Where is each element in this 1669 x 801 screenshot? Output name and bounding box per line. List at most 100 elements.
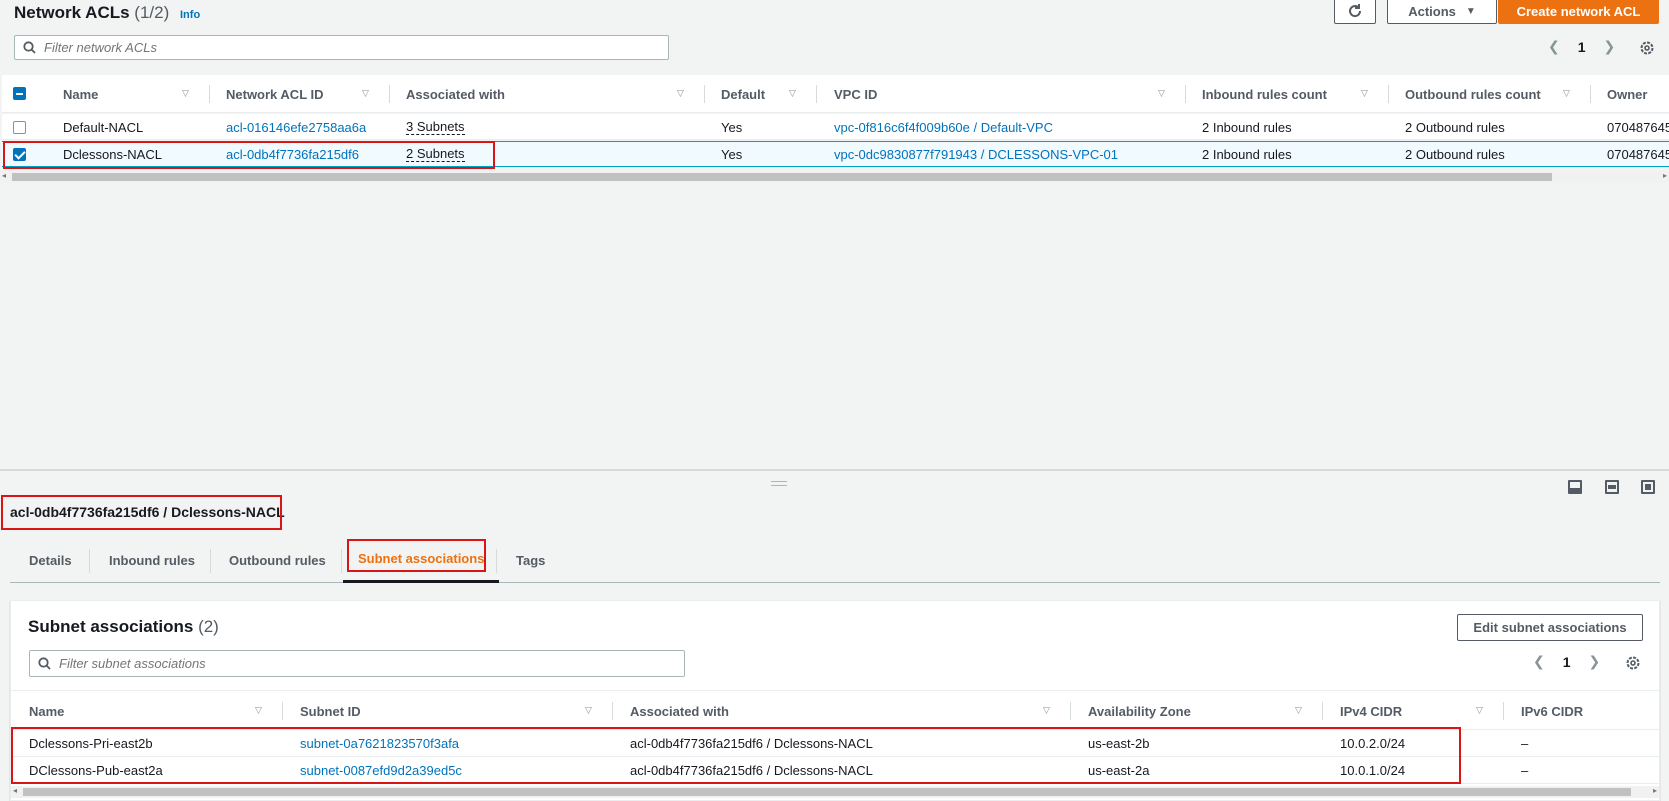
create-label: Create network ACL [1516, 3, 1641, 19]
tab-inbound-rules[interactable]: Inbound rules [109, 537, 195, 583]
sort-icon[interactable]: ▽ [1043, 705, 1053, 715]
col-inbound-rules-count[interactable]: Inbound rules count [1202, 75, 1327, 113]
scroll-right-icon[interactable]: ▸ [1653, 786, 1657, 795]
caret-down-icon: ▼ [1465, 5, 1476, 17]
table-row[interactable]: Dclessons-Pri-east2b subnet-0a7621823570… [11, 730, 1659, 757]
next-page-icon[interactable]: ❯ [1604, 38, 1616, 55]
refresh-button[interactable] [1334, 0, 1376, 24]
associated-subnets[interactable]: 3 Subnets [406, 119, 465, 135]
col-resizer[interactable] [612, 702, 613, 720]
subnet-horizontal-scrollbar[interactable]: ◂ ▸ [11, 786, 1659, 798]
owner-id: 070487645 [1607, 146, 1669, 162]
subnet-id-link[interactable]: subnet-0a7621823570f3afa [300, 730, 459, 756]
tab-tags[interactable]: Tags [516, 537, 545, 583]
settings-gear-icon[interactable] [1639, 40, 1655, 56]
subnet-associations-title: Subnet associations (2) [28, 617, 219, 637]
associated-subnets[interactable]: 2 Subnets [406, 146, 465, 162]
table-row[interactable]: Default-NACL acl-016146efe2758aa6a 3 Sub… [2, 114, 1669, 140]
col-ipv6-cidr[interactable]: IPv6 CIDR [1521, 691, 1583, 731]
acl-search-input[interactable] [44, 40, 625, 55]
scroll-thumb[interactable] [12, 173, 1552, 181]
col-default[interactable]: Default [721, 75, 765, 113]
prev-page-icon[interactable]: ❮ [1533, 653, 1545, 670]
col-resizer[interactable] [1070, 702, 1071, 720]
col-associated-with[interactable]: Associated with [630, 691, 729, 731]
split-panel-divider[interactable] [0, 469, 1669, 471]
vpc-link[interactable]: vpc-0f816c6f4f009b60e / Default-VPC [834, 114, 1053, 140]
col-resizer[interactable] [1590, 85, 1591, 103]
sort-icon[interactable]: ▽ [1295, 705, 1305, 715]
drag-handle-icon[interactable] [771, 481, 787, 486]
acl-search-box[interactable] [14, 35, 669, 60]
col-resizer[interactable] [1322, 702, 1323, 720]
sort-icon[interactable]: ▽ [789, 88, 799, 98]
subnet-search-input[interactable] [59, 656, 641, 671]
edit-subnet-associations-button[interactable]: Edit subnet associations [1457, 614, 1643, 641]
col-ipv4-cidr[interactable]: IPv4 CIDR [1340, 691, 1402, 731]
sort-icon[interactable]: ▽ [182, 88, 192, 98]
acl-id-link[interactable]: acl-016146efe2758aa6a [226, 114, 366, 140]
subnet-search-box[interactable] [29, 650, 685, 677]
current-page[interactable]: 1 [1563, 654, 1571, 670]
actions-button[interactable]: Actions ▼ [1387, 0, 1497, 24]
sort-icon[interactable]: ▽ [1476, 705, 1486, 715]
next-page-icon[interactable]: ❯ [1589, 653, 1601, 670]
sort-icon[interactable]: ▽ [1361, 88, 1371, 98]
tab-outbound-rules[interactable]: Outbound rules [229, 537, 326, 583]
info-link[interactable]: Info [180, 9, 200, 21]
tab-divider [496, 549, 497, 573]
inbound-count: 2 Inbound rules [1202, 119, 1292, 135]
col-name[interactable]: Name [29, 691, 64, 731]
col-vpc-id[interactable]: VPC ID [834, 75, 877, 113]
col-name[interactable]: Name [63, 75, 98, 113]
col-associated-with[interactable]: Associated with [406, 75, 505, 113]
tab-details[interactable]: Details [29, 537, 72, 583]
ipv6-cidr: – [1521, 735, 1529, 751]
col-resizer[interactable] [1388, 85, 1389, 103]
col-resizer[interactable] [816, 85, 817, 103]
sort-icon[interactable]: ▽ [677, 88, 687, 98]
col-resizer[interactable] [1185, 85, 1186, 103]
prev-page-icon[interactable]: ❮ [1548, 38, 1560, 55]
page-title-text: Network ACLs [14, 3, 130, 22]
row-checkbox[interactable] [13, 148, 26, 161]
col-resizer[interactable] [282, 702, 283, 720]
sort-icon[interactable]: ▽ [1158, 88, 1168, 98]
default-value: Yes [721, 146, 743, 162]
vpc-link[interactable]: vpc-0dc9830877f791943 / DCLESSONS-VPC-01 [834, 141, 1118, 167]
col-network-acl-id[interactable]: Network ACL ID [226, 75, 324, 113]
subnet-id-link[interactable]: subnet-0087efd9d2a39ed5c [300, 757, 462, 783]
row-checkbox[interactable] [13, 121, 26, 134]
acl-horizontal-scrollbar[interactable]: ◂ ▸ [0, 171, 1669, 183]
outbound-count: 2 Outbound rules [1405, 146, 1505, 162]
settings-gear-icon[interactable] [1625, 655, 1641, 671]
col-resizer[interactable] [704, 85, 705, 103]
scroll-left-icon[interactable]: ◂ [13, 786, 17, 795]
current-page[interactable]: 1 [1578, 39, 1586, 55]
panel-side-icon[interactable] [1605, 480, 1619, 494]
col-subnet-id[interactable]: Subnet ID [300, 691, 361, 731]
col-resizer[interactable] [1503, 702, 1504, 720]
scroll-thumb[interactable] [23, 788, 1631, 796]
acl-name: Default-NACL [63, 119, 144, 135]
sort-icon[interactable]: ▽ [1563, 88, 1573, 98]
page-title: Network ACLs (1/2) Info [14, 3, 200, 23]
acl-id-link[interactable]: acl-0db4f7736fa215df6 [226, 141, 359, 167]
tab-subnet-associations[interactable]: Subnet associations [343, 537, 500, 583]
panel-full-icon[interactable] [1641, 480, 1655, 494]
table-row[interactable]: DClessons-Pub-east2a subnet-0087efd9d2a3… [11, 757, 1659, 784]
col-owner[interactable]: Owner [1607, 75, 1647, 113]
table-row-selected[interactable]: Dclessons-NACL acl-0db4f7736fa215df6 2 S… [2, 141, 1669, 167]
sort-icon[interactable]: ▽ [362, 88, 372, 98]
col-outbound-rules-count[interactable]: Outbound rules count [1405, 75, 1541, 113]
sort-icon[interactable]: ▽ [255, 705, 265, 715]
panel-bottom-icon[interactable] [1568, 480, 1582, 494]
col-resizer[interactable] [389, 85, 390, 103]
select-all-checkbox[interactable] [13, 87, 26, 100]
scroll-left-icon[interactable]: ◂ [2, 171, 6, 180]
sort-icon[interactable]: ▽ [585, 705, 595, 715]
col-availability-zone[interactable]: Availability Zone [1088, 691, 1191, 731]
col-resizer[interactable] [209, 85, 210, 103]
scroll-right-icon[interactable]: ▸ [1663, 171, 1667, 180]
create-network-acl-button[interactable]: Create network ACL [1498, 0, 1659, 24]
